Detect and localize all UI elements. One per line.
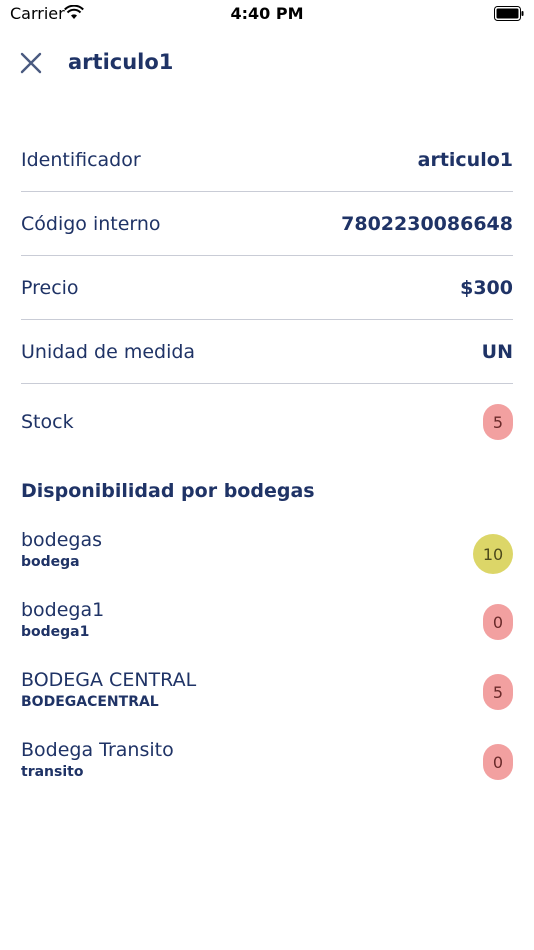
detail-row-precio: Precio $300 — [21, 256, 513, 320]
list-item: bodega1 bodega1 0 — [21, 598, 513, 668]
detail-row-codigo: Código interno 7802230086648 — [21, 192, 513, 256]
list-item: bodegas bodega 10 — [21, 528, 513, 598]
detail-row-identificador: Identificador articulo1 — [21, 128, 513, 192]
stock-badge: 5 — [483, 404, 513, 440]
section-title: Disponibilidad por bodegas — [21, 480, 315, 502]
warehouse-name: bodegas — [21, 529, 103, 551]
warehouse-name: Bodega Transito — [21, 739, 174, 761]
clock: 4:40 PM — [230, 4, 304, 23]
detail-label: Código interno — [21, 212, 161, 235]
warehouse-code: transito — [21, 764, 84, 780]
warehouse-code: BODEGACENTRAL — [21, 694, 159, 710]
quantity-badge: 0 — [483, 604, 513, 640]
stock-label: Stock — [21, 411, 74, 433]
quantity-badge: 5 — [483, 674, 513, 710]
detail-value: 7802230086648 — [341, 212, 513, 235]
battery-icon — [494, 6, 524, 21]
detail-row-stock: Stock 5 — [21, 384, 513, 460]
page-title: articulo1 — [68, 50, 174, 74]
status-bar: Carrier 4:40 PM — [0, 0, 534, 28]
detail-value: $300 — [460, 276, 513, 299]
detail-label: Unidad de medida — [21, 340, 196, 363]
warehouse-code: bodega — [21, 554, 80, 570]
quantity-badge: 10 — [473, 534, 513, 574]
close-icon[interactable] — [18, 50, 44, 76]
detail-label: Identificador — [21, 148, 141, 171]
detail-label: Precio — [21, 276, 79, 299]
quantity-badge: 0 — [483, 744, 513, 780]
detail-row-unidad: Unidad de medida UN — [21, 320, 513, 384]
warehouse-list: bodegas bodega 10 bodega1 bodega1 0 BODE… — [21, 528, 513, 808]
warehouse-code: bodega1 — [21, 624, 90, 640]
warehouse-name: BODEGA CENTRAL — [21, 669, 197, 691]
list-item: Bodega Transito transito 0 — [21, 738, 513, 808]
detail-value: UN — [481, 340, 513, 363]
warehouse-name: bodega1 — [21, 599, 105, 621]
detail-value: articulo1 — [417, 148, 513, 171]
detail-list: Identificador articulo1 Código interno 7… — [21, 128, 513, 460]
list-item: BODEGA CENTRAL BODEGACENTRAL 5 — [21, 668, 513, 738]
nav-bar: articulo1 — [0, 40, 534, 86]
